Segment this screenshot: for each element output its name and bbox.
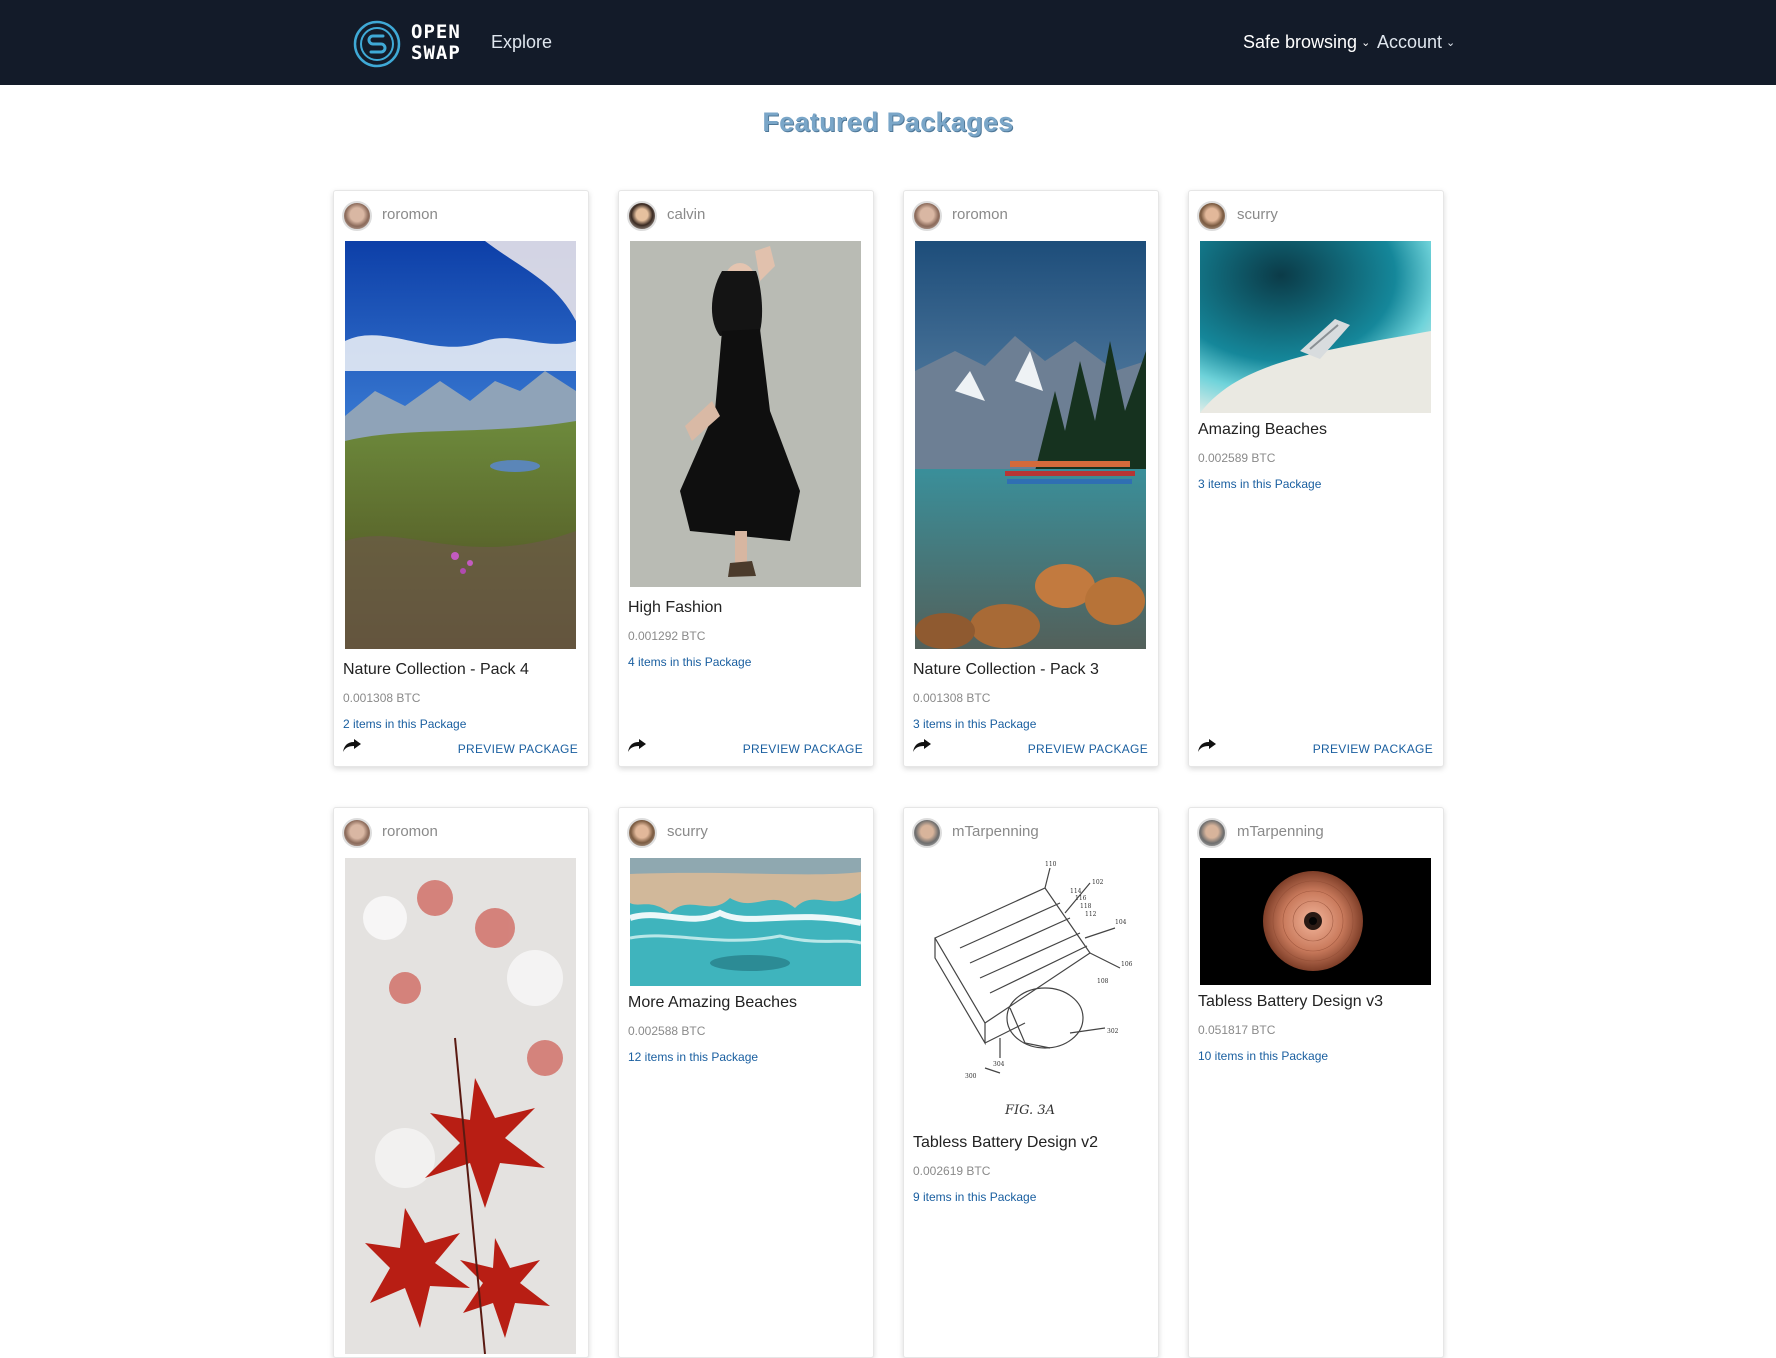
package-item-count[interactable]: 9 items in this Package: [913, 1190, 1153, 1204]
avatar[interactable]: [1197, 201, 1227, 231]
account-label: Account: [1377, 32, 1443, 52]
package-price: 0.051817 BTC: [1198, 1023, 1276, 1037]
package-price: 0.001292 BTC: [628, 629, 706, 643]
card-info: Tabless Battery Design v3 0.051817 BTC 1…: [1198, 993, 1438, 1063]
package-price: 0.001308 BTC: [343, 691, 421, 705]
avatar[interactable]: [1197, 818, 1227, 848]
package-card[interactable]: mTarpenning 110 102 114 116 118 112 302 …: [903, 807, 1159, 1358]
chevron-down-icon: ⌄: [1361, 37, 1371, 49]
preview-package-button[interactable]: PREVIEW PACKAGE: [458, 742, 578, 756]
package-thumbnail[interactable]: 110 102 114 116 118 112 302 304 300 104 …: [915, 858, 1146, 1126]
avatar[interactable]: [627, 818, 657, 848]
package-card[interactable]: mTarpenning Tabless Battery Design v3 0.…: [1188, 807, 1444, 1358]
safe-browsing-label: Safe browsing: [1243, 32, 1358, 52]
card-info: Nature Collection - Pack 4 0.001308 BTC …: [343, 661, 583, 731]
package-title[interactable]: Tabless Battery Design v3: [1198, 993, 1438, 1011]
username[interactable]: roromon: [952, 206, 1008, 223]
package-price: 0.001308 BTC: [913, 691, 991, 705]
package-card[interactable]: roromon Nature Collection - Pack 4 0.001…: [333, 190, 589, 767]
package-price: 0.002589 BTC: [1198, 451, 1276, 465]
username[interactable]: mTarpenning: [952, 823, 1039, 840]
logo-wordmark[interactable]: OPEN SWAP: [411, 22, 461, 64]
figure-label: 106: [1121, 961, 1133, 968]
package-thumbnail[interactable]: [1200, 241, 1431, 413]
figure-caption: FIG. 3A: [1004, 1103, 1055, 1118]
avatar[interactable]: [342, 818, 372, 848]
card-info: Nature Collection - Pack 3 0.001308 BTC …: [913, 661, 1153, 731]
username[interactable]: roromon: [382, 206, 438, 223]
figure-label: 104: [1115, 919, 1127, 926]
package-card[interactable]: calvin High Fashion 0.001292 BTC 4 items…: [618, 190, 874, 767]
preview-package-button[interactable]: PREVIEW PACKAGE: [1313, 742, 1433, 756]
package-title[interactable]: Nature Collection - Pack 3: [913, 661, 1153, 679]
username[interactable]: roromon: [382, 823, 438, 840]
package-thumbnail[interactable]: [1200, 858, 1431, 985]
package-card[interactable]: roromon: [333, 807, 589, 1358]
package-thumbnail[interactable]: [630, 858, 861, 986]
avatar[interactable]: [912, 818, 942, 848]
package-item-count[interactable]: 10 items in this Package: [1198, 1049, 1438, 1063]
package-thumbnail[interactable]: [915, 241, 1146, 649]
share-icon[interactable]: [342, 737, 362, 753]
chevron-down-icon: ⌄: [1446, 37, 1456, 49]
nav-explore-link[interactable]: Explore: [491, 32, 552, 53]
package-thumbnail[interactable]: [630, 241, 861, 587]
figure-label: 300: [965, 1073, 977, 1080]
package-item-count[interactable]: 4 items in this Package: [628, 655, 868, 669]
package-card[interactable]: scurry Amazing Beaches 0.002589 BTC 3 it…: [1188, 190, 1444, 767]
package-price: 0.002588 BTC: [628, 1024, 706, 1038]
figure-label: 116: [1075, 895, 1087, 902]
figure-label: 102: [1092, 879, 1104, 886]
share-icon[interactable]: [912, 737, 932, 753]
top-navbar: OPEN SWAP Explore Safe browsing ⌄ Account…: [0, 0, 1776, 85]
share-icon[interactable]: [627, 737, 647, 753]
avatar[interactable]: [342, 201, 372, 231]
package-item-count[interactable]: 3 items in this Package: [1198, 477, 1438, 491]
figure-label: 114: [1070, 888, 1082, 895]
card-info: Amazing Beaches 0.002589 BTC 3 items in …: [1198, 421, 1438, 491]
figure-label: 112: [1085, 911, 1097, 918]
package-thumbnail[interactable]: [345, 858, 576, 1354]
preview-package-button[interactable]: PREVIEW PACKAGE: [1028, 742, 1148, 756]
logo-line-1: OPEN: [411, 21, 461, 43]
package-item-count[interactable]: 2 items in this Package: [343, 717, 583, 731]
package-card[interactable]: roromon Nature Collection - Pack 3 0.001…: [903, 190, 1159, 767]
package-title[interactable]: High Fashion: [628, 599, 868, 617]
username[interactable]: mTarpenning: [1237, 823, 1324, 840]
username[interactable]: calvin: [667, 206, 705, 223]
safe-browsing-dropdown[interactable]: Safe browsing ⌄: [1243, 32, 1370, 53]
share-icon[interactable]: [1197, 737, 1217, 753]
package-title[interactable]: More Amazing Beaches: [628, 994, 868, 1012]
package-card[interactable]: scurry More Amazing Beaches 0.002588 BTC…: [618, 807, 874, 1358]
card-info: High Fashion 0.001292 BTC 4 items in thi…: [628, 599, 868, 669]
package-title[interactable]: Amazing Beaches: [1198, 421, 1438, 439]
figure-label: 110: [1045, 861, 1057, 868]
figure-label: 118: [1080, 903, 1092, 910]
figure-label: 302: [1107, 1028, 1119, 1035]
figure-label: 304: [993, 1061, 1005, 1068]
avatar[interactable]: [912, 201, 942, 231]
card-info: Tabless Battery Design v2 0.002619 BTC 9…: [913, 1134, 1153, 1204]
package-thumbnail[interactable]: [345, 241, 576, 649]
openswap-logo-icon[interactable]: [352, 19, 402, 69]
card-info: More Amazing Beaches 0.002588 BTC 12 ite…: [628, 994, 868, 1064]
package-item-count[interactable]: 12 items in this Package: [628, 1050, 868, 1064]
username[interactable]: scurry: [1237, 206, 1278, 223]
package-title[interactable]: Tabless Battery Design v2: [913, 1134, 1153, 1152]
package-price: 0.002619 BTC: [913, 1164, 991, 1178]
account-dropdown[interactable]: Account ⌄: [1377, 32, 1455, 53]
package-title[interactable]: Nature Collection - Pack 4: [343, 661, 583, 679]
username[interactable]: scurry: [667, 823, 708, 840]
package-item-count[interactable]: 3 items in this Package: [913, 717, 1153, 731]
preview-package-button[interactable]: PREVIEW PACKAGE: [743, 742, 863, 756]
logo-line-2: SWAP: [411, 42, 461, 64]
avatar[interactable]: [627, 201, 657, 231]
page-title: Featured Packages: [762, 107, 1014, 137]
figure-label: 108: [1097, 978, 1109, 985]
